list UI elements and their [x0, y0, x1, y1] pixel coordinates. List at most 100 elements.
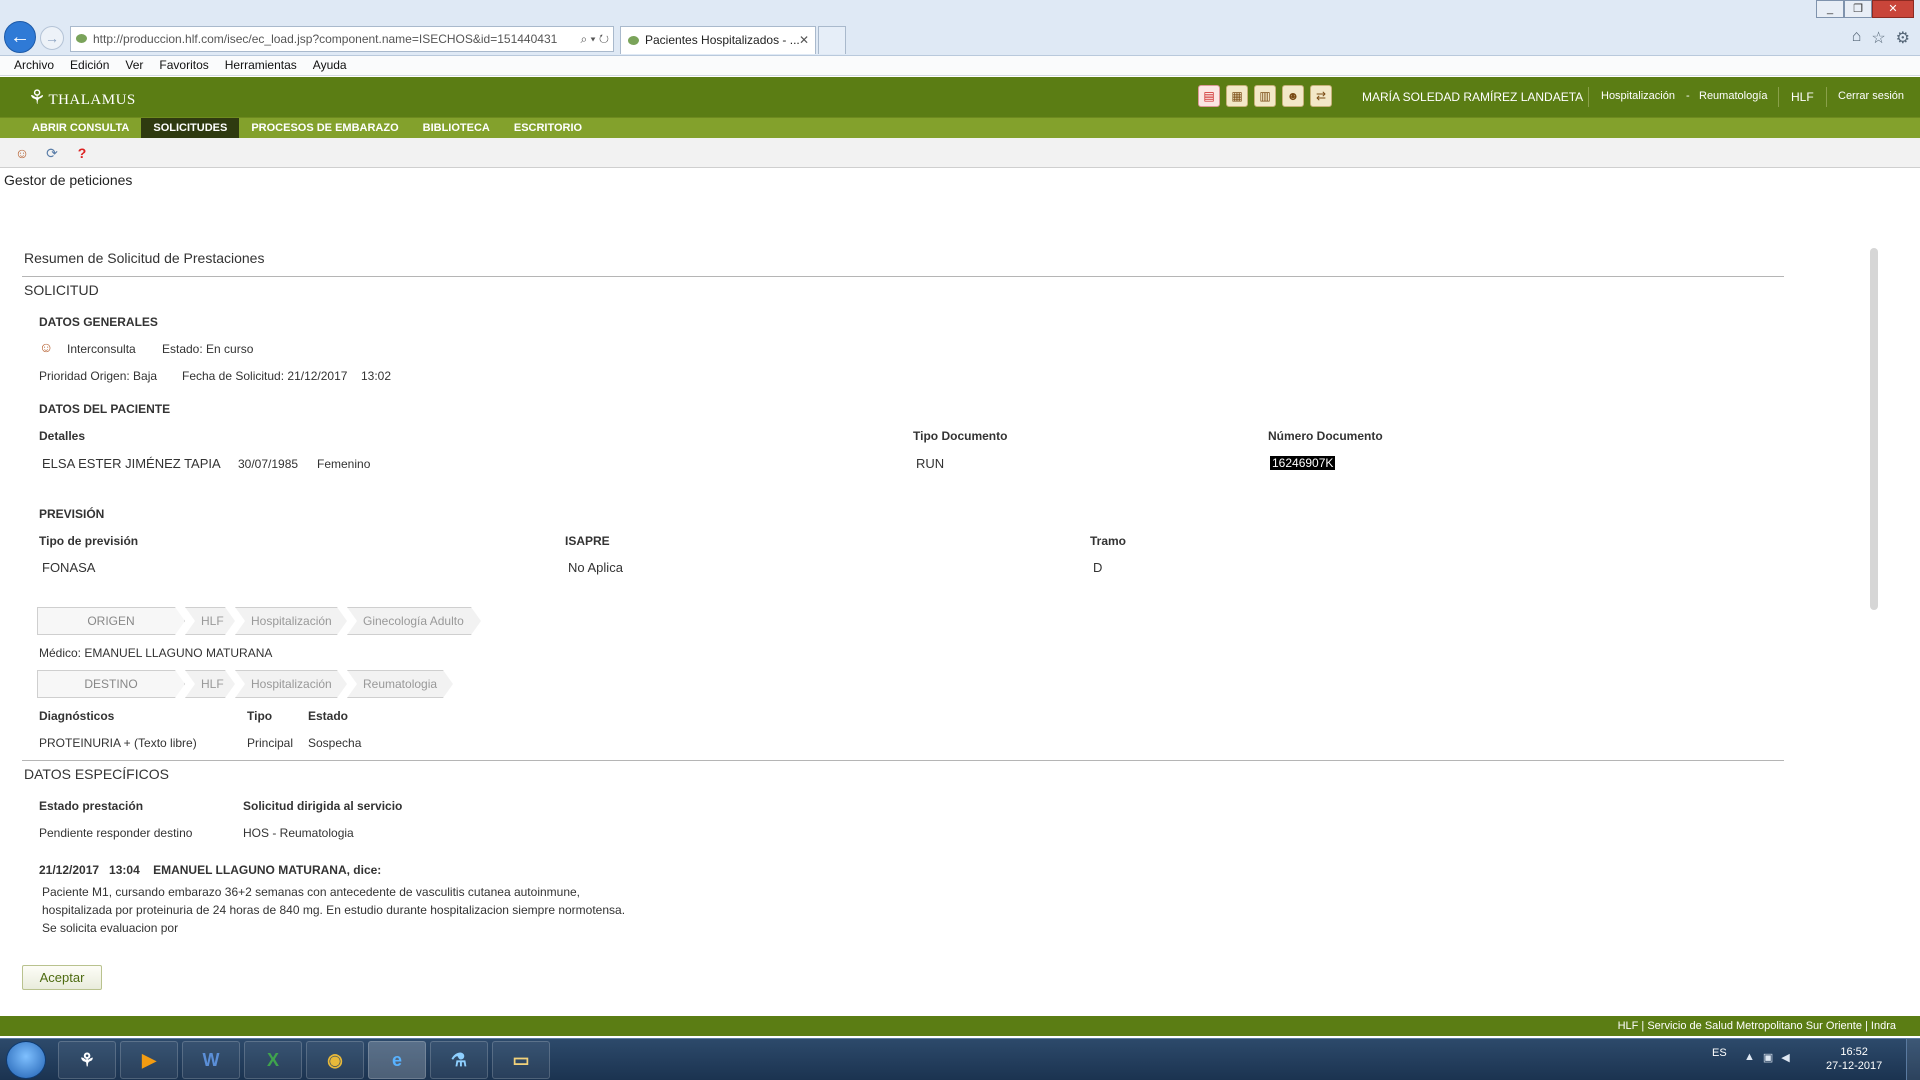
show-desktop-button[interactable]: [1906, 1039, 1920, 1080]
paciente-nombre: ELSA ESTER JIMÉNEZ TAPIA: [42, 456, 221, 471]
language-indicator[interactable]: ES: [1712, 1047, 1727, 1059]
content-scrollbar[interactable]: [1870, 248, 1878, 610]
prioridad-origen: Prioridad Origen: Baja: [39, 369, 158, 383]
destino-step-hospitalizacion: Hospitalización: [235, 670, 347, 698]
minimize-button[interactable]: _: [1816, 0, 1844, 18]
destino-step-servicio: Reumatologia: [347, 670, 453, 698]
help-icon[interactable]: ?: [72, 143, 92, 163]
origen-step-hospitalizacion: Hospitalización: [235, 607, 347, 635]
browser-titlebar: _ ❐ ✕ ← → http://produccion.hlf.com/isec…: [0, 0, 1920, 56]
tray-volume-icon[interactable]: ◀: [1781, 1051, 1789, 1064]
menu-edicion[interactable]: Edición: [70, 56, 109, 75]
nota-header: 21/12/2017 13:04 EMANUEL LLAGUNO MATURAN…: [39, 863, 382, 877]
menu-ver[interactable]: Ver: [125, 56, 143, 75]
site-hlf[interactable]: HLF: [1791, 90, 1814, 104]
new-request-icon[interactable]: ☺: [12, 143, 32, 163]
address-bar[interactable]: http://produccion.hlf.com/isec/ec_load.j…: [70, 26, 614, 52]
tab-title: Pacientes Hospitalizados - ...: [645, 33, 800, 47]
origen-breadcrumb: ORIGEN HLF Hospitalización Ginecología A…: [37, 607, 481, 635]
service-dash: -: [1686, 90, 1690, 102]
app-nav: ABRIR CONSULTA SOLICITUDES PROCESOS DE E…: [0, 117, 1920, 138]
divider: [22, 276, 1784, 277]
aceptar-button[interactable]: Aceptar: [22, 965, 102, 990]
taskbar-explorer-icon[interactable]: ▭: [492, 1041, 550, 1079]
home-icon[interactable]: ⌂: [1852, 28, 1862, 48]
taskbar-chrome-icon[interactable]: ◉: [306, 1041, 364, 1079]
page-title: Gestor de peticiones: [4, 172, 133, 188]
paciente-sexo: Femenino: [317, 457, 371, 471]
logout-link[interactable]: Cerrar sesión: [1838, 90, 1904, 102]
refresh-requests-icon[interactable]: ⟳: [42, 143, 62, 163]
records-icon[interactable]: ▥: [1254, 85, 1276, 107]
origen-step-servicio: Ginecología Adulto: [347, 607, 481, 635]
thalamus-logo: ⚘ THALAMUS: [28, 87, 136, 109]
clock-time: 16:52: [1840, 1046, 1868, 1058]
diagnostico-tipo-label: Tipo: [247, 709, 273, 723]
search-refresh-icons[interactable]: ⌕ ▾ ↻: [580, 27, 609, 51]
close-window-button[interactable]: ✕: [1872, 0, 1914, 18]
forward-button[interactable]: →: [40, 26, 64, 50]
url-text: http://produccion.hlf.com/isec/ec_load.j…: [93, 32, 558, 46]
taskbar: ⚘ ▶ W X ◉ e ⚗ ▭ ES ▲ ▣ ◀ 16:52 27-12-201…: [0, 1038, 1920, 1080]
tramo-value: D: [1093, 560, 1103, 575]
favorites-star-icon[interactable]: ☆: [1871, 28, 1885, 48]
transfer-icon[interactable]: ⇄: [1310, 85, 1332, 107]
servicio-destino: HOS - Reumatologia: [243, 826, 354, 840]
restore-button[interactable]: ❐: [1844, 0, 1872, 18]
divider: [22, 760, 1784, 761]
start-button[interactable]: [6, 1041, 46, 1079]
fecha-solicitud: Fecha de Solicitud: 21/12/2017: [182, 369, 348, 383]
tipo-documento: RUN: [916, 456, 945, 471]
clock[interactable]: 16:52 27-12-2017: [1826, 1045, 1882, 1073]
isapre-label: ISAPRE: [565, 534, 610, 548]
taskbar-ie-icon[interactable]: e: [368, 1041, 426, 1079]
user-name: MARÍA SOLEDAD RAMÍREZ LANDAETA: [1362, 90, 1584, 104]
site-icon: [76, 34, 87, 43]
system-tray: ▲ ▣ ◀: [1744, 1051, 1790, 1064]
tramo-label: Tramo: [1090, 534, 1127, 548]
taskbar-word-icon[interactable]: W: [182, 1041, 240, 1079]
datos-generales-title: DATOS GENERALES: [39, 315, 158, 329]
taskbar-media-player-icon[interactable]: ▶: [120, 1041, 178, 1079]
new-tab-button[interactable]: [818, 26, 846, 54]
menu-ayuda[interactable]: Ayuda: [313, 56, 347, 75]
origen-label: ORIGEN: [37, 607, 185, 635]
menu-herramientas[interactable]: Herramientas: [225, 56, 297, 75]
tray-network-icon[interactable]: ▣: [1763, 1051, 1773, 1064]
detalles-label: Detalles: [39, 429, 86, 443]
service-reumatologia[interactable]: Reumatología: [1699, 90, 1768, 102]
taskbar-app-thalamus-icon[interactable]: ⚘: [58, 1041, 116, 1079]
summary-heading: Resumen de Solicitud de Prestaciones: [24, 250, 265, 266]
header-divider: [1588, 87, 1589, 107]
nota-linea-3: Se solicita evaluacion por: [42, 921, 179, 935]
document-close-icon[interactable]: ▤: [1198, 85, 1220, 107]
patient-list-icon[interactable]: ▦: [1226, 85, 1248, 107]
browser-tab[interactable]: Pacientes Hospitalizados - ... ✕: [620, 26, 816, 54]
tipo-solicitud: Interconsulta: [67, 342, 136, 356]
settings-gear-icon[interactable]: ⚙: [1896, 28, 1910, 48]
isapre-value: No Aplica: [568, 560, 623, 575]
browser-toolbar-icons: ⌂ ☆ ⚙: [1852, 28, 1910, 48]
tray-arrow-icon[interactable]: ▲: [1744, 1051, 1755, 1064]
nav-abrir-consulta[interactable]: ABRIR CONSULTA: [20, 118, 141, 138]
taskbar-lab-icon[interactable]: ⚗: [430, 1041, 488, 1079]
service-hospitalizacion[interactable]: Hospitalización: [1601, 90, 1675, 102]
interconsulta-icon: ☺: [39, 339, 54, 355]
nav-biblioteca[interactable]: BIBLIOTECA: [411, 118, 502, 138]
nav-solicitudes[interactable]: SOLICITUDES: [141, 118, 240, 138]
users-icon[interactable]: ☻: [1282, 85, 1304, 107]
tree-logo-icon: ⚘: [28, 87, 47, 109]
menu-favoritos[interactable]: Favoritos: [159, 56, 208, 75]
diagnostico-estado-label: Estado: [308, 709, 349, 723]
tab-close-icon[interactable]: ✕: [799, 27, 809, 53]
diagnostico-tipo: Principal: [247, 736, 294, 750]
taskbar-excel-icon[interactable]: X: [244, 1041, 302, 1079]
back-button[interactable]: ←: [4, 21, 36, 53]
nav-escritorio[interactable]: ESCRITORIO: [502, 118, 594, 138]
header-divider: [1778, 87, 1779, 107]
menu-archivo[interactable]: Archivo: [14, 56, 54, 75]
destino-breadcrumb: DESTINO HLF Hospitalización Reumatologia: [37, 670, 453, 698]
nav-procesos-embarazo[interactable]: PROCESOS DE EMBARAZO: [239, 118, 410, 138]
header-divider: [1826, 87, 1827, 107]
diagnosticos-label: Diagnósticos: [39, 709, 115, 723]
